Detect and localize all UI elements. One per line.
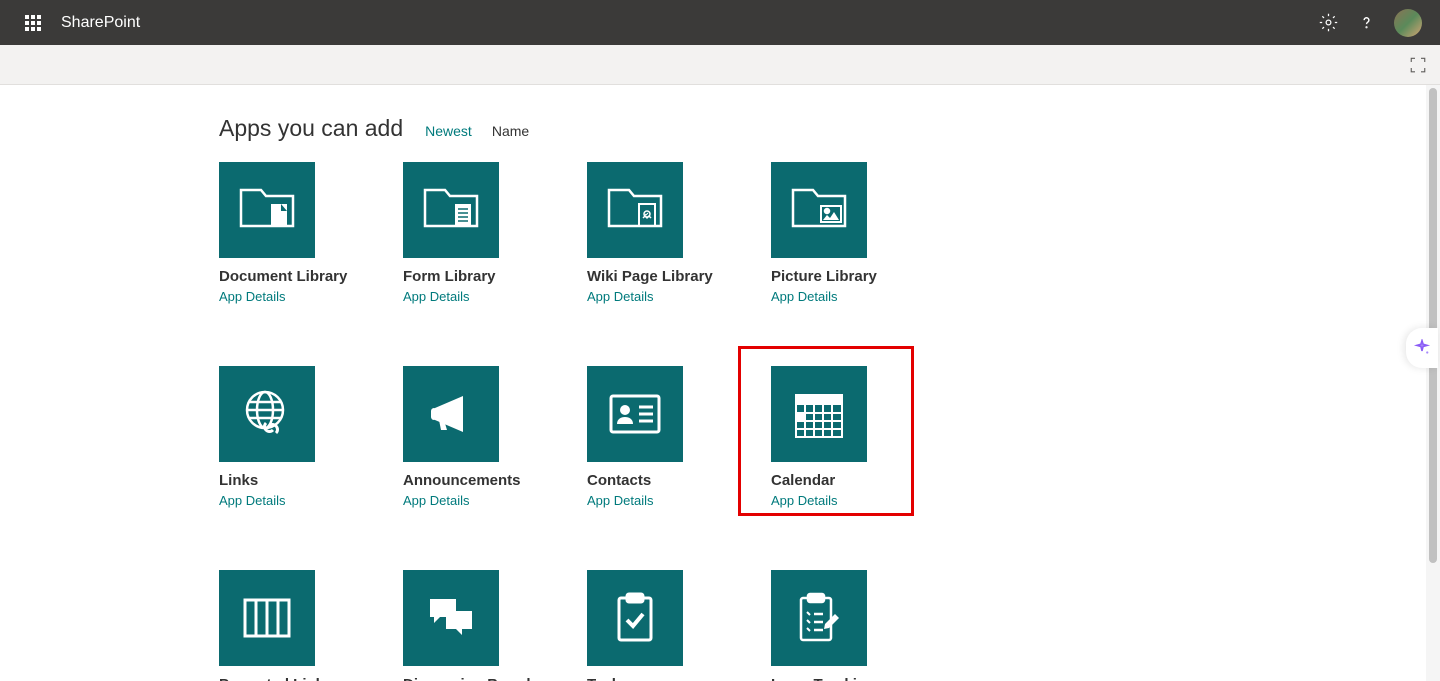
app-name-label[interactable]: Calendar <box>771 472 955 489</box>
folder-picture-icon <box>789 184 849 236</box>
question-icon <box>1357 13 1376 32</box>
app-icon-form-library[interactable] <box>403 162 499 258</box>
gear-icon <box>1319 13 1338 32</box>
apps-grid: Document Library App Details Form Librar… <box>219 162 1440 681</box>
folder-wiki-icon <box>605 184 665 236</box>
columns-icon <box>241 596 293 640</box>
app-name-label[interactable]: Document Library <box>219 268 403 285</box>
app-name-label[interactable]: Links <box>219 472 403 489</box>
sort-newest-link[interactable]: Newest <box>425 123 472 139</box>
megaphone-icon <box>423 386 479 442</box>
page-title-row: Apps you can add Newest Name <box>219 115 1440 142</box>
app-card-calendar: Calendar App Details <box>771 366 955 510</box>
app-icon-picture-library[interactable] <box>771 162 867 258</box>
help-button[interactable] <box>1356 13 1376 33</box>
copilot-button[interactable] <box>1406 328 1438 368</box>
clipboard-check-icon <box>613 590 657 646</box>
contact-card-icon <box>607 392 663 436</box>
sort-options: Newest Name <box>425 123 529 139</box>
app-card-wiki-page-library: Wiki Page Library App Details <box>587 162 771 306</box>
app-name-label[interactable]: Form Library <box>403 268 587 285</box>
focus-icon <box>1409 56 1427 74</box>
sub-header-bar <box>0 45 1440 85</box>
app-details-link[interactable]: App Details <box>587 493 653 508</box>
focus-mode-button[interactable] <box>1408 55 1428 75</box>
app-details-link[interactable]: App Details <box>587 289 653 304</box>
folder-document-icon <box>237 184 297 236</box>
app-icon-announcements[interactable] <box>403 366 499 462</box>
app-card-issue-tracking: Issue Tracking App Details <box>771 570 955 681</box>
app-launcher-button[interactable] <box>10 0 55 45</box>
header-actions <box>1318 9 1430 37</box>
globe-link-icon <box>239 386 295 442</box>
calendar-icon <box>792 387 846 441</box>
sparkle-icon <box>1413 339 1431 357</box>
app-name-label[interactable]: Promoted Links <box>219 676 403 681</box>
app-name-label[interactable]: Wiki Page Library <box>587 268 771 285</box>
app-icon-links[interactable] <box>219 366 315 462</box>
app-card-form-library: Form Library App Details <box>403 162 587 306</box>
app-card-picture-library: Picture Library App Details <box>771 162 955 306</box>
app-card-announcements: Announcements App Details <box>403 366 587 510</box>
app-name-label[interactable]: Picture Library <box>771 268 955 285</box>
app-details-link[interactable]: App Details <box>403 289 469 304</box>
app-icon-document-library[interactable] <box>219 162 315 258</box>
app-details-link[interactable]: App Details <box>771 289 837 304</box>
app-card-tasks: Tasks App Details <box>587 570 771 681</box>
folder-form-icon <box>421 184 481 236</box>
waffle-icon <box>25 15 41 31</box>
main-content: Apps you can add Newest Name Document Li… <box>0 85 1440 681</box>
app-card-discussion-board: Discussion Board App Details <box>403 570 587 681</box>
app-icon-calendar[interactable] <box>771 366 867 462</box>
app-card-links: Links App Details <box>219 366 403 510</box>
app-name-label[interactable]: Issue Tracking <box>771 676 955 681</box>
app-icon-wiki-page-library[interactable] <box>587 162 683 258</box>
app-card-document-library: Document Library App Details <box>219 162 403 306</box>
settings-button[interactable] <box>1318 13 1338 33</box>
user-avatar[interactable] <box>1394 9 1422 37</box>
app-name-label[interactable]: Contacts <box>587 472 771 489</box>
app-name-label[interactable]: Tasks <box>587 676 771 681</box>
app-card-contacts: Contacts App Details <box>587 366 771 510</box>
app-brand-name: SharePoint <box>61 14 140 32</box>
sort-name-current: Name <box>492 123 529 139</box>
app-details-link[interactable]: App Details <box>219 289 285 304</box>
chat-bubbles-icon <box>424 593 478 643</box>
app-name-label[interactable]: Announcements <box>403 472 587 489</box>
top-header: SharePoint <box>0 0 1440 45</box>
app-icon-contacts[interactable] <box>587 366 683 462</box>
app-details-link[interactable]: App Details <box>403 493 469 508</box>
app-icon-discussion-board[interactable] <box>403 570 499 666</box>
scrollbar-thumb[interactable] <box>1429 88 1437 563</box>
app-icon-promoted-links[interactable] <box>219 570 315 666</box>
app-icon-tasks[interactable] <box>587 570 683 666</box>
clipboard-edit-icon <box>795 590 843 646</box>
app-details-link[interactable]: App Details <box>771 493 837 508</box>
app-icon-issue-tracking[interactable] <box>771 570 867 666</box>
app-card-promoted-links: Promoted Links App Details <box>219 570 403 681</box>
app-details-link[interactable]: App Details <box>219 493 285 508</box>
page-title: Apps you can add <box>219 115 403 142</box>
app-name-label[interactable]: Discussion Board <box>403 676 587 681</box>
